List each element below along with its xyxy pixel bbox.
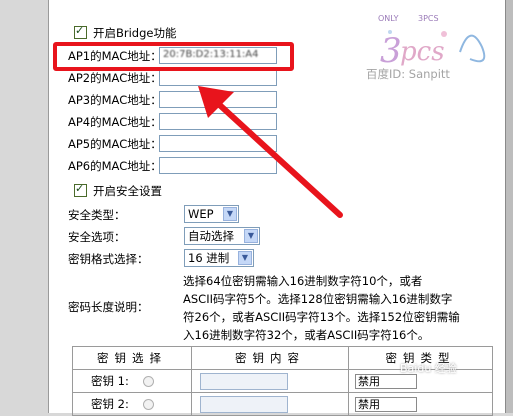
ap2-mac-label: AP2的MAC地址： [68, 71, 162, 85]
key2-content-input[interactable] [200, 395, 288, 413]
ap3-mac-label: AP3的MAC地址： [68, 93, 162, 107]
bridge-checkbox-label: 开启Bridge功能 [93, 26, 177, 40]
key2-type-value: 禁用 [358, 397, 380, 411]
key1-content-input[interactable] [200, 372, 288, 390]
key-format-value: 16 进制 [188, 251, 230, 265]
ap6-mac-label: AP6的MAC地址： [68, 159, 162, 173]
security-checkbox[interactable] [74, 182, 87, 197]
key-format-label: 密钥格式选择： [68, 252, 149, 266]
key1-type-value: 禁用 [358, 374, 380, 388]
col-key-content: 密钥内容 [191, 346, 349, 370]
desc-line-2: ASCII码字符5个。选择128位密钥需输入16进制数字 [183, 292, 453, 306]
table-row: 密钥 2: 禁用 [72, 392, 493, 416]
ap5-mac-label: AP5的MAC地址： [68, 137, 162, 151]
security-option-label: 安全选项： [68, 230, 126, 244]
logo-small-top: ONLY [378, 14, 399, 23]
bridge-checkbox[interactable] [74, 24, 87, 39]
svg-text:pcs: pcs [400, 37, 445, 67]
logo-baidu-id: 百度ID: Sanpitt [366, 67, 450, 81]
logo: 3 pcs ONLY 3PCS 百度ID: Sanpitt [360, 12, 510, 82]
svg-text:3: 3 [380, 31, 402, 71]
keys-table: 密钥选择 密钥内容 密钥类型 密钥 1: 禁用 密钥 2: 禁用 [72, 346, 493, 416]
logo-small-top2: 3PCS [418, 14, 439, 23]
annotation-arrow-icon [198, 86, 343, 218]
key2-label: 密钥 2: [91, 397, 129, 411]
security-checkbox-label: 开启安全设置 [93, 184, 162, 198]
desc-line-3: 符26个，或者ASCII码字符13个。选择152位密钥需输 [183, 310, 460, 324]
key1-label: 密钥 1: [91, 374, 129, 388]
highlight-box [53, 42, 294, 71]
key-format-select[interactable]: 16 进制 ▼ [184, 249, 254, 267]
password-length-label: 密码长度说明： [68, 300, 149, 314]
ap4-mac-label: AP4的MAC地址： [68, 115, 162, 129]
col-key-select: 密钥选择 [72, 346, 192, 370]
chevron-down-icon: ▼ [238, 251, 252, 265]
password-length-desc: 选择64位密钥需输入16进制数字符10个，或者 ASCII码字符5个。选择128… [183, 272, 460, 344]
desc-line-1: 选择64位密钥需输入16进制数字符10个，或者 [183, 274, 423, 288]
watermark: Baidu 经验 [400, 362, 457, 375]
key2-type-select[interactable]: 禁用 [355, 396, 417, 412]
key1-radio[interactable] [142, 376, 154, 387]
security-type-label: 安全类型： [68, 208, 126, 222]
desc-line-4: 入16进制数字符32个，或者ASCII码字符16个。 [183, 328, 430, 342]
key2-radio[interactable] [142, 399, 154, 410]
